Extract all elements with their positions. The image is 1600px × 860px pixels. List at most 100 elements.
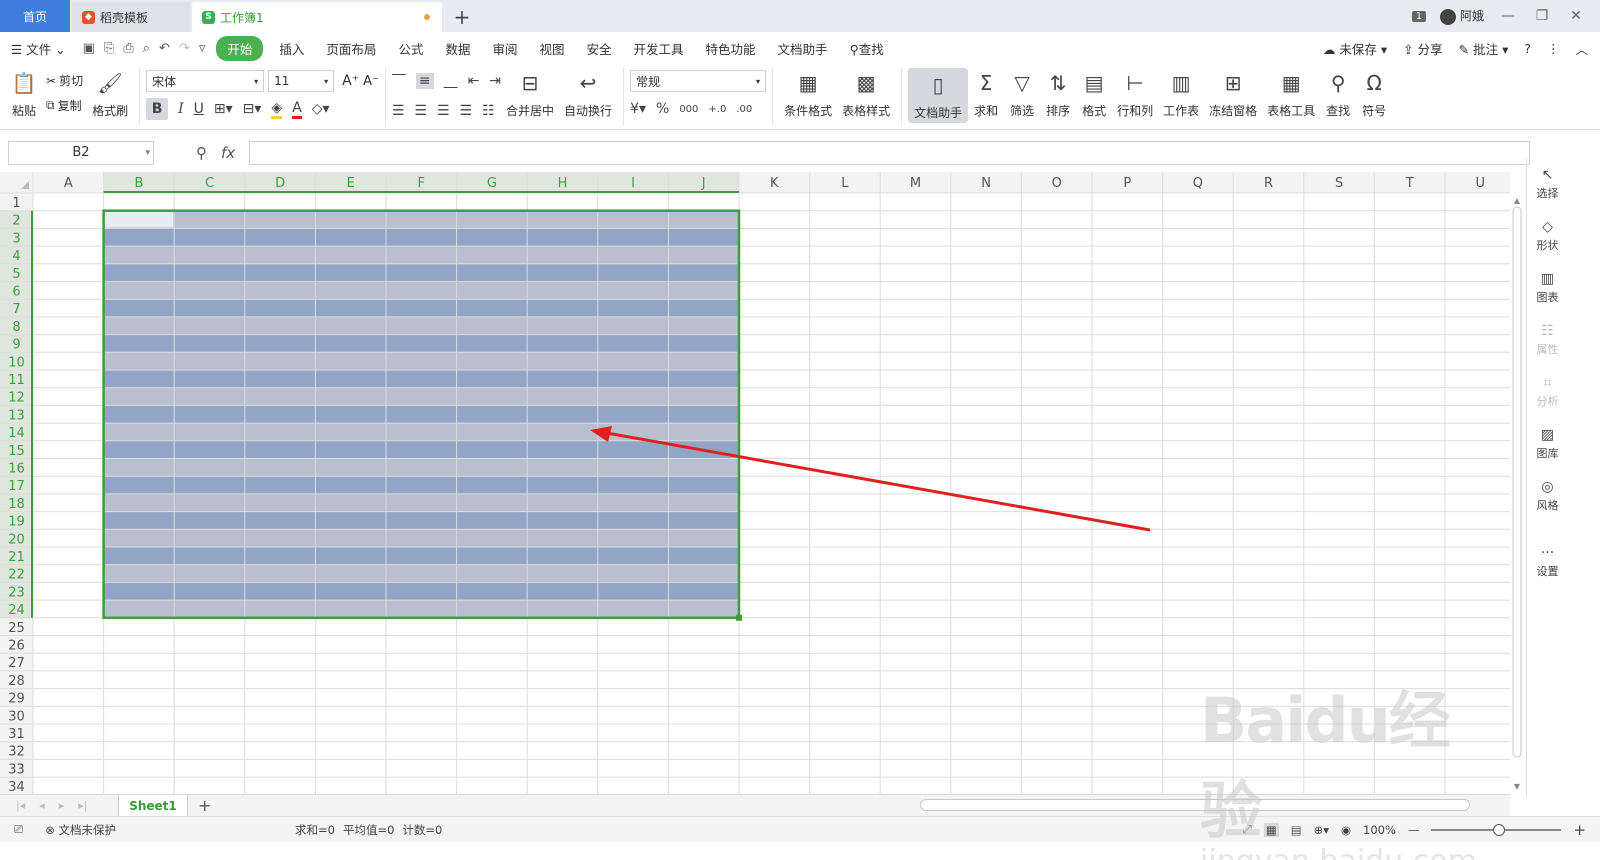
italic-icon[interactable]: I [178, 101, 184, 117]
column-header[interactable]: H [558, 176, 568, 191]
row-header[interactable]: 1 [12, 196, 20, 211]
format-button[interactable]: ▤ 格式 [1076, 68, 1112, 119]
copy-button[interactable]: ⧉ 复制 [46, 97, 83, 114]
column-header[interactable]: O [1052, 176, 1062, 191]
table-tools-button[interactable]: ▦ 表格工具 [1262, 68, 1320, 119]
row-header[interactable]: 24 [8, 603, 25, 618]
row-header[interactable]: 15 [8, 444, 25, 459]
column-header[interactable]: A [64, 176, 73, 191]
row-header[interactable]: 5 [12, 267, 20, 282]
row-header[interactable]: 23 [8, 585, 25, 600]
row-header[interactable]: 31 [8, 727, 25, 742]
row-header[interactable]: 10 [8, 355, 25, 370]
row-header[interactable]: 22 [8, 568, 25, 583]
row-header[interactable]: 4 [12, 249, 20, 264]
active-cell[interactable] [104, 211, 174, 228]
conditional-format-button[interactable]: ▦ 条件格式 [779, 68, 837, 119]
name-box[interactable]: B2 [8, 141, 154, 165]
menu-item-data[interactable]: 数据 [434, 39, 481, 58]
collapse-ribbon-icon[interactable]: ︿ [1575, 39, 1588, 58]
row-col-button[interactable]: ⊢ 行和列 [1112, 68, 1158, 119]
redo-icon[interactable]: ↷ [179, 41, 190, 56]
align-top-icon[interactable]: ⎺ [392, 73, 406, 89]
minimize-icon[interactable]: — [1498, 8, 1518, 24]
column-header[interactable]: L [841, 176, 849, 191]
column-header[interactable]: G [487, 176, 497, 191]
column-header[interactable]: S [1335, 176, 1343, 191]
doc-assistant-button[interactable]: ▯ 文档助手 [908, 68, 969, 123]
row-header[interactable]: 19 [8, 515, 25, 530]
tab-workbook[interactable]: S 工作簿1 [192, 2, 442, 32]
column-header[interactable]: P [1123, 176, 1131, 191]
menu-item-insert[interactable]: 插入 [268, 39, 315, 58]
add-sheet-icon[interactable]: + [188, 796, 211, 815]
column-header[interactable]: E [347, 176, 355, 191]
merge-center-button[interactable]: ⊟ 合并居中 [501, 68, 559, 119]
row-header[interactable]: 8 [12, 320, 20, 335]
table-style-button[interactable]: ▩ 表格样式 [837, 68, 895, 119]
indent-increase-icon[interactable]: ⇥ [489, 73, 501, 89]
cell-style-icon[interactable]: ⊟▾ [243, 101, 262, 117]
customize-icon[interactable]: ▿ [199, 41, 206, 56]
print-preview-icon[interactable]: ⌕ [143, 41, 150, 56]
menu-item-formula[interactable]: 公式 [387, 39, 434, 58]
row-header[interactable]: 2 [12, 214, 20, 229]
paste-button[interactable]: 📋 粘贴 [6, 68, 42, 119]
underline-icon[interactable]: U [194, 101, 204, 117]
thousands-icon[interactable]: 000 [679, 104, 698, 115]
user-account[interactable]: 阿娥 [1440, 7, 1484, 25]
last-sheet-icon[interactable]: ▸| [78, 799, 87, 812]
column-header[interactable]: N [981, 176, 991, 191]
row-header[interactable]: 26 [8, 639, 25, 654]
help-icon[interactable]: ? [1524, 41, 1531, 56]
row-header[interactable]: 34 [8, 780, 25, 794]
sidebar-item-gallery[interactable]: ▨ 图库 [1527, 418, 1568, 470]
first-sheet-icon[interactable]: |◂ [16, 799, 25, 812]
unsaved-status[interactable]: ☁ 未保存 ▾ [1323, 39, 1387, 58]
column-header[interactable]: I [631, 176, 635, 191]
align-bottom-icon[interactable]: ⎽ [444, 73, 458, 89]
protect-status[interactable]: ⊗ 文档未保护 [45, 822, 116, 838]
row-header[interactable]: 13 [8, 408, 25, 423]
comment-button[interactable]: ✎ 批注 ▾ [1459, 39, 1509, 58]
align-right-icon[interactable]: ☰ [437, 103, 450, 119]
column-header[interactable]: R [1264, 176, 1273, 191]
print-icon[interactable]: ⎙ [123, 41, 133, 56]
row-header[interactable]: 33 [8, 762, 25, 777]
format-painter-button[interactable]: 🖌 格式刷 [87, 68, 133, 119]
menu-item-doc-assistant[interactable]: 文档助手 [767, 39, 839, 58]
fill-handle[interactable] [736, 614, 742, 621]
row-header[interactable]: 28 [8, 674, 25, 689]
sidebar-item-chart[interactable]: ▥ 图表 [1527, 262, 1568, 314]
row-header[interactable]: 18 [8, 497, 25, 512]
clear-icon[interactable]: ◇▾ [312, 101, 330, 117]
column-header[interactable]: D [275, 176, 285, 191]
align-middle-icon[interactable]: ≡ [415, 73, 434, 89]
increase-decimal-icon[interactable]: +.0 [708, 104, 726, 115]
macro-icon[interactable]: ⎚ [14, 822, 23, 837]
row-header[interactable]: 25 [8, 621, 25, 636]
cut-button[interactable]: ✂ 剪切 [46, 72, 83, 89]
sum-button[interactable]: Σ 求和 [968, 68, 1004, 119]
row-header[interactable]: 14 [8, 426, 25, 441]
formula-input[interactable] [249, 141, 1530, 165]
row-header[interactable]: 30 [8, 709, 25, 724]
sidebar-item-style[interactable]: ◎ 风格 [1527, 470, 1568, 522]
row-header[interactable]: 29 [8, 692, 25, 707]
wrap-text-button[interactable]: ↩ 自动换行 [559, 68, 617, 119]
menu-item-view[interactable]: 视图 [528, 39, 575, 58]
menu-item-security[interactable]: 安全 [576, 39, 623, 58]
prev-sheet-icon[interactable]: ◂ [39, 799, 45, 812]
sidebar-item-select[interactable]: ↖ 选择 [1527, 158, 1568, 210]
sheet-tab-sheet1[interactable]: Sheet1 [118, 794, 188, 817]
font-name-select[interactable]: 宋体 ▾ [146, 70, 265, 92]
column-header[interactable]: Q [1193, 176, 1203, 191]
justify-icon[interactable]: ☰ [460, 103, 473, 119]
row-header[interactable]: 12 [8, 391, 25, 406]
sort-button[interactable]: ⇅ 排序 [1040, 68, 1076, 119]
tab-templates[interactable]: ◆ 稻壳模板 [72, 2, 190, 32]
align-center-icon[interactable]: ☰ [414, 103, 427, 119]
row-header[interactable]: 6 [12, 285, 20, 300]
row-header[interactable]: 3 [12, 231, 20, 246]
sidebar-item-shape[interactable]: ◇ 形状 [1527, 210, 1568, 262]
